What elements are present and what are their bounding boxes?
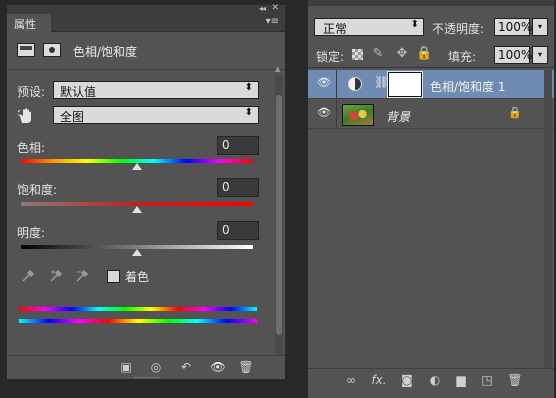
dropdown-arrow-icon: ⬍ xyxy=(410,19,419,30)
preset-dropdown[interactable]: 默认值 ⬍ xyxy=(53,81,259,99)
dropdown-arrow-icon: ⬍ xyxy=(244,82,253,93)
close-icon[interactable]: ✕ xyxy=(271,3,279,13)
opacity-input[interactable]: 100% xyxy=(494,18,532,36)
panel-top-strip xyxy=(308,0,554,6)
scroll-up-icon[interactable]: ▲ xyxy=(275,65,280,73)
tab-properties[interactable]: 属性 xyxy=(7,14,51,33)
preset-value: 默认值 xyxy=(60,85,97,99)
layer-row-background[interactable]: 👁 背景 🔒 xyxy=(308,100,554,129)
fill-dropdown-icon[interactable]: ▾ xyxy=(532,46,548,64)
saturation-label: 饱和度: xyxy=(17,183,58,197)
divider xyxy=(7,69,285,70)
collapse-panels-icon[interactable]: ◂◂ xyxy=(259,4,266,13)
adjustment-layer-icon xyxy=(348,77,362,91)
layer-lock-icon: 🔒 xyxy=(508,106,522,119)
colorize-label: 着色 xyxy=(125,270,150,284)
reset-icon[interactable]: ↶ xyxy=(177,360,195,376)
adjustment-title: 色相/饱和度 xyxy=(73,45,138,59)
lock-image-pixels-icon[interactable]: ✎ xyxy=(370,46,386,62)
add-mask-icon[interactable]: ◙ xyxy=(398,373,416,389)
layer-visibility-eye-icon[interactable]: 👁 xyxy=(316,76,332,90)
on-image-adjust-hand-icon[interactable] xyxy=(17,107,35,125)
input-color-spectrum xyxy=(19,307,257,311)
layer-visibility-eye-icon[interactable]: 👁 xyxy=(316,106,332,120)
chain-link-icon[interactable]: ⛓ xyxy=(374,75,389,89)
layer-name[interactable]: 色相/饱和度 1 xyxy=(430,78,506,95)
hue-label: 色相: xyxy=(17,141,46,155)
saturation-slider-thumb[interactable] xyxy=(132,206,142,213)
clip-to-layer-icon[interactable]: ▣ xyxy=(117,360,135,376)
properties-footer: ▣ ◎ ↶ 👁 🗑 xyxy=(7,355,285,379)
layer-name[interactable]: 背景 xyxy=(386,108,410,125)
lock-all-icon[interactable]: 🔒 xyxy=(416,46,432,62)
panel-menu-icon[interactable]: ▾≡ xyxy=(266,16,279,27)
adjustment-header: 色相/饱和度 xyxy=(17,41,277,65)
link-layers-icon[interactable]: ∞ xyxy=(342,373,360,389)
layers-panel: 正常 ⬍ 不透明度: 100% ▾ 锁定: ✎ ✥ 🔒 填充: 100% ▾ 👁… xyxy=(307,0,554,398)
lock-transparent-pixels-icon[interactable] xyxy=(352,49,363,60)
lightness-label: 明度: xyxy=(17,226,46,240)
delete-trash-icon[interactable]: 🗑 xyxy=(237,360,255,376)
divider xyxy=(308,67,554,68)
eyedropper-icon[interactable] xyxy=(21,269,37,285)
dropdown-arrow-icon: ⬍ xyxy=(244,107,253,118)
lightness-value-input[interactable]: 0 xyxy=(217,221,259,240)
opacity-label: 不透明度: xyxy=(432,22,485,36)
layers-scrollbar[interactable] xyxy=(544,70,552,370)
channel-dropdown[interactable]: 全图 ⬍ xyxy=(53,106,259,124)
view-previous-state-icon[interactable]: ◎ xyxy=(147,360,165,376)
layer-row-hue-saturation[interactable]: 👁 ⛓ 色相/饱和度 1 xyxy=(308,70,554,99)
new-group-folder-icon[interactable]: ▆ xyxy=(452,373,470,389)
visibility-eye-icon[interactable]: 👁 xyxy=(209,360,227,376)
fill-input[interactable]: 100% xyxy=(494,46,532,64)
properties-scrollbar[interactable]: ▲ ▼ xyxy=(275,65,283,365)
preset-label: 预设: xyxy=(17,85,46,99)
fill-label: 填充: xyxy=(448,50,477,64)
delete-layer-trash-icon[interactable]: 🗑 xyxy=(506,373,524,389)
lock-label: 锁定: xyxy=(316,50,345,64)
layer-style-fx-icon[interactable]: fx. xyxy=(370,373,388,389)
new-adjustment-layer-icon[interactable]: ◐ xyxy=(426,373,444,389)
divider xyxy=(336,100,337,128)
output-color-spectrum xyxy=(19,319,257,323)
hue-value-input[interactable]: 0 xyxy=(217,136,259,155)
adjustment-layer-icon[interactable] xyxy=(17,43,35,57)
layer-thumbnail[interactable] xyxy=(342,104,374,126)
saturation-value-input[interactable]: 0 xyxy=(217,178,259,197)
blend-mode-dropdown[interactable]: 正常 ⬍ xyxy=(314,18,424,36)
channel-value: 全图 xyxy=(60,110,85,124)
lock-position-icon[interactable]: ✥ xyxy=(394,46,410,62)
eyedropper-subtract-icon[interactable] xyxy=(75,269,91,285)
hue-slider-thumb[interactable] xyxy=(132,163,142,170)
layer-mask-thumbnail[interactable] xyxy=(387,71,423,98)
blend-mode-value: 正常 xyxy=(323,22,348,36)
lightness-slider-thumb[interactable] xyxy=(132,249,142,256)
properties-panel: ◂◂ ✕ 属性 ▾≡ 色相/饱和度 预设: 默认值 ⬍ 全图 ⬍ 色相: 0 饱… xyxy=(6,3,286,380)
panel-top-strip: ◂◂ ✕ xyxy=(7,3,285,14)
scrollbar-thumb[interactable] xyxy=(276,95,282,335)
eyedropper-add-icon[interactable] xyxy=(49,269,65,285)
new-layer-icon[interactable]: ◳ xyxy=(478,373,496,389)
layers-footer: ∞ fx. ◙ ◐ ▆ ◳ 🗑 xyxy=(308,368,554,392)
panel-tab-bar: 属性 ▾≡ xyxy=(7,14,285,33)
opacity-dropdown-icon[interactable]: ▾ xyxy=(532,18,548,36)
mask-icon[interactable] xyxy=(43,43,61,57)
colorize-checkbox[interactable] xyxy=(107,270,120,283)
divider xyxy=(336,70,337,98)
resize-grip[interactable] xyxy=(135,377,159,381)
